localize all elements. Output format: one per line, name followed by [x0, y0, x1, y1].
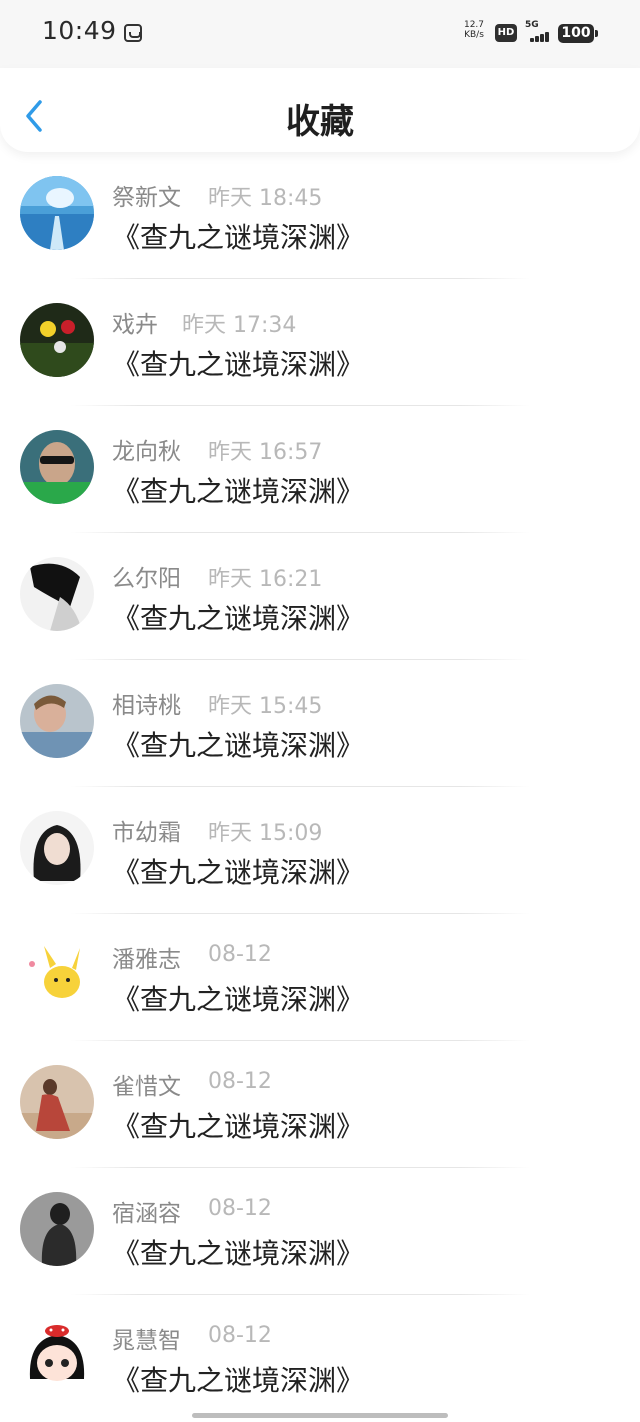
home-indicator[interactable]	[192, 1413, 448, 1418]
timestamp: 08-12	[208, 942, 272, 967]
favorite-title[interactable]: 《查九之谜境深渊》	[112, 1359, 364, 1399]
signal-icon: 5G	[524, 20, 552, 44]
status-bar: 10:49 12.7 KB/s HD 5G 100	[0, 0, 640, 68]
network-speed: 12.7 KB/s	[460, 20, 488, 40]
avatar[interactable]	[20, 176, 94, 250]
timestamp: 昨天 16:57	[208, 440, 323, 465]
timestamp: 昨天 16:21	[208, 567, 323, 592]
favorite-title[interactable]: 《查九之谜境深渊》	[112, 724, 364, 764]
list-item[interactable]: 龙向秋 昨天 16:57 《查九之谜境深渊》	[0, 406, 640, 533]
list-item[interactable]: 晁慧智 08-12 《查九之谜境深渊》	[0, 1295, 640, 1422]
page-title: 收藏	[286, 102, 354, 142]
favorite-title[interactable]: 《查九之谜境深渊》	[112, 216, 364, 256]
list-item[interactable]: 宿涵容 08-12 《查九之谜境深渊》	[0, 1168, 640, 1295]
favorite-title[interactable]: 《查九之谜境深渊》	[112, 851, 364, 891]
favorite-title[interactable]: 《查九之谜境深渊》	[112, 1105, 364, 1145]
user-name: 晁慧智	[112, 1328, 181, 1354]
avatar[interactable]	[20, 1065, 94, 1139]
avatar[interactable]	[20, 1319, 94, 1393]
battery-icon: 100	[558, 24, 598, 43]
avatar[interactable]	[20, 938, 94, 1012]
user-name: 相诗桃	[112, 693, 181, 719]
user-name: 祭新文	[112, 185, 181, 211]
user-name: 龙向秋	[112, 439, 181, 465]
list-item[interactable]: 潘雅志 08-12 《查九之谜境深渊》	[0, 914, 640, 1041]
list-item[interactable]: 雀惜文 08-12 《查九之谜境深渊》	[0, 1041, 640, 1168]
user-name: 宿涵容	[112, 1201, 181, 1227]
timestamp: 昨天 15:09	[208, 821, 323, 846]
timestamp: 08-12	[208, 1196, 272, 1221]
network-type-label: 5G	[525, 20, 539, 30]
user-name: 雀惜文	[112, 1074, 181, 1100]
favorite-title[interactable]: 《查九之谜境深渊》	[112, 597, 364, 637]
user-name: 市幼霜	[112, 820, 181, 846]
user-name: 戏卉	[112, 312, 158, 338]
user-name: 潘雅志	[112, 947, 181, 973]
timestamp: 昨天 18:45	[208, 186, 323, 211]
avatar[interactable]	[20, 684, 94, 758]
timestamp: 08-12	[208, 1069, 272, 1094]
avatar[interactable]	[20, 430, 94, 504]
list-item[interactable]: 祭新文 昨天 18:45 《查九之谜境深渊》	[0, 152, 640, 279]
network-speed-value: 12.7	[463, 20, 485, 30]
hd-icon: HD	[495, 24, 517, 42]
favorite-title[interactable]: 《查九之谜境深渊》	[112, 978, 364, 1018]
network-speed-unit: KB/s	[464, 30, 484, 40]
timestamp: 08-12	[208, 1323, 272, 1348]
list-item[interactable]: 市幼霜 昨天 15:09 《查九之谜境深渊》	[0, 787, 640, 914]
favorites-list: 祭新文 昨天 18:45 《查九之谜境深渊》 戏卉 昨天 17:34 《查九之谜…	[0, 152, 640, 1422]
sim-card-icon	[124, 24, 142, 42]
header: 收藏	[0, 68, 640, 152]
favorite-title[interactable]: 《查九之谜境深渊》	[112, 470, 364, 510]
avatar[interactable]	[20, 811, 94, 885]
list-item[interactable]: 戏卉 昨天 17:34 《查九之谜境深渊》	[0, 279, 640, 406]
avatar[interactable]	[20, 303, 94, 377]
status-time: 10:49	[42, 16, 117, 45]
avatar[interactable]	[20, 1192, 94, 1266]
timestamp: 昨天 15:45	[208, 694, 323, 719]
favorite-title[interactable]: 《查九之谜境深渊》	[112, 1232, 364, 1272]
list-item[interactable]: 么尔阳 昨天 16:21 《查九之谜境深渊》	[0, 533, 640, 660]
avatar[interactable]	[20, 557, 94, 631]
timestamp: 昨天 17:34	[182, 313, 297, 338]
list-item[interactable]: 相诗桃 昨天 15:45 《查九之谜境深渊》	[0, 660, 640, 787]
user-name: 么尔阳	[112, 566, 181, 592]
favorite-title[interactable]: 《查九之谜境深渊》	[112, 343, 364, 383]
